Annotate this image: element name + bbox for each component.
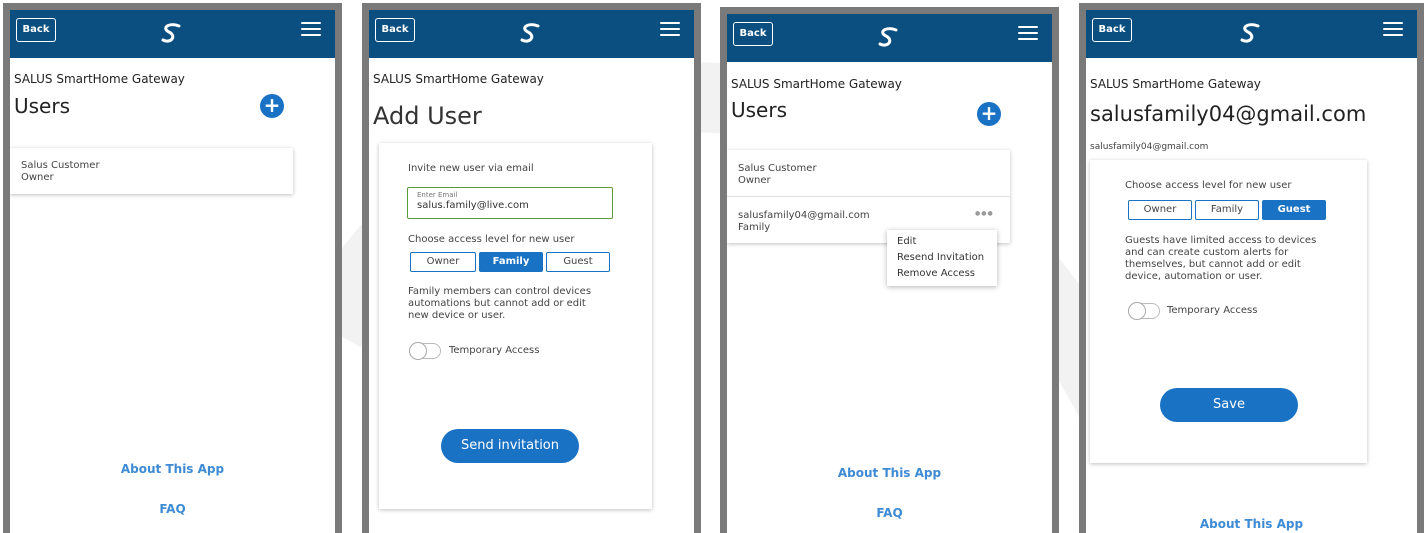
gateway-title: SALUS SmartHome Gateway — [1090, 77, 1261, 91]
user-list-card: Salus Customer Owner — [10, 148, 293, 194]
phone-frame-users: Back SALUS SmartHome Gateway Users + Sal… — [3, 3, 342, 533]
salus-logo-icon — [161, 23, 180, 43]
back-button[interactable]: Back — [16, 18, 56, 42]
temporary-access-toggle[interactable] — [1128, 302, 1160, 320]
hamburger-menu-icon[interactable] — [660, 22, 680, 38]
phone-frame-users-menu: Back SALUS SmartHome Gateway Users + Sal… — [720, 7, 1059, 533]
top-bar: Back — [369, 10, 694, 58]
about-app-link[interactable]: About This App — [10, 462, 335, 476]
top-bar: Back — [727, 14, 1052, 62]
access-card: Choose access level for new user Owner F… — [1090, 160, 1367, 463]
add-user-card: Invite new user via email Enter Email sa… — [379, 143, 652, 509]
page-title: salusfamily04@gmail.com — [1090, 102, 1367, 126]
user-role: Owner — [738, 175, 771, 186]
screen-edit-user: Back SALUS SmartHome Gateway salusfamily… — [1086, 10, 1417, 533]
access-option-owner[interactable]: Owner — [410, 252, 476, 272]
gateway-title: SALUS SmartHome Gateway — [14, 72, 185, 86]
back-button[interactable]: Back — [733, 22, 773, 46]
add-user-button[interactable]: + — [977, 102, 1001, 126]
menu-item-resend-invitation[interactable]: Resend Invitation — [887, 250, 997, 266]
hamburger-menu-icon[interactable] — [1383, 22, 1403, 38]
access-level-label: Choose access level for new user — [408, 234, 575, 245]
faq-link[interactable]: FAQ — [10, 502, 335, 516]
access-description: Guests have limited access to devices an… — [1125, 235, 1317, 282]
user-context-menu: Edit Resend Invitation Remove Access — [887, 230, 997, 286]
top-bar: Back — [10, 10, 335, 58]
user-role: Owner — [21, 172, 54, 183]
screen-add-user: Back SALUS SmartHome Gateway Add User In… — [369, 10, 694, 533]
screen-users: Back SALUS SmartHome Gateway Users + Sal… — [10, 10, 335, 533]
faq-link[interactable]: FAQ — [727, 506, 1052, 520]
back-button[interactable]: Back — [1092, 18, 1132, 42]
email-field-value: salus.family@live.com — [417, 200, 529, 211]
salus-logo-icon — [878, 27, 897, 47]
page-title: Users — [14, 94, 71, 118]
email-field[interactable]: Enter Email salus.family@live.com — [407, 187, 613, 219]
back-button[interactable]: Back — [375, 18, 415, 42]
save-button[interactable]: Save — [1160, 388, 1298, 422]
access-level-selector: Owner Family Guest — [410, 252, 610, 272]
add-user-button[interactable]: + — [260, 94, 284, 118]
hamburger-menu-icon[interactable] — [301, 22, 321, 38]
access-level-selector: Owner Family Guest — [1128, 200, 1326, 220]
user-email-subtitle: salusfamily04@gmail.com — [1090, 142, 1209, 152]
more-options-icon[interactable]: ●●● — [975, 210, 994, 217]
hamburger-menu-icon[interactable] — [1018, 26, 1038, 42]
access-option-family[interactable]: Family — [479, 252, 543, 272]
invite-label: Invite new user via email — [408, 163, 534, 174]
page-title: Add User — [373, 102, 482, 130]
temporary-access-label: Temporary Access — [1167, 305, 1258, 316]
menu-item-edit[interactable]: Edit — [887, 234, 997, 250]
access-option-guest[interactable]: Guest — [546, 252, 610, 272]
phone-frame-add-user: Back SALUS SmartHome Gateway Add User In… — [362, 3, 701, 533]
access-option-owner[interactable]: Owner — [1128, 200, 1192, 220]
user-name[interactable]: Salus Customer — [21, 160, 100, 172]
user-name[interactable]: Salus Customer — [738, 163, 817, 175]
temporary-access-toggle[interactable] — [409, 342, 441, 360]
access-option-family[interactable]: Family — [1195, 200, 1259, 220]
access-option-guest[interactable]: Guest — [1262, 200, 1326, 220]
phone-frame-edit-user: Back SALUS SmartHome Gateway salusfamily… — [1079, 3, 1424, 533]
access-level-label: Choose access level for new user — [1125, 180, 1292, 191]
gateway-title: SALUS SmartHome Gateway — [373, 72, 544, 86]
salus-logo-icon — [520, 23, 539, 43]
about-app-link[interactable]: About This App — [1086, 517, 1417, 531]
temporary-access-label: Temporary Access — [449, 345, 540, 356]
send-invitation-button[interactable]: Send invitation — [441, 429, 579, 463]
user-role: Family — [738, 222, 771, 233]
menu-item-remove-access[interactable]: Remove Access — [887, 266, 997, 282]
page-title: Users — [731, 98, 788, 122]
salus-logo-icon — [1240, 23, 1259, 43]
gateway-title: SALUS SmartHome Gateway — [731, 77, 902, 91]
top-bar: Back — [1086, 10, 1417, 58]
screen-users-menu: Back SALUS SmartHome Gateway Users + Sal… — [727, 14, 1052, 533]
list-divider — [727, 196, 1010, 197]
about-app-link[interactable]: About This App — [727, 466, 1052, 480]
user-name[interactable]: salusfamily04@gmail.com — [738, 210, 870, 222]
access-description: Family members can control devices autom… — [408, 286, 592, 321]
email-field-label: Enter Email — [417, 191, 458, 199]
